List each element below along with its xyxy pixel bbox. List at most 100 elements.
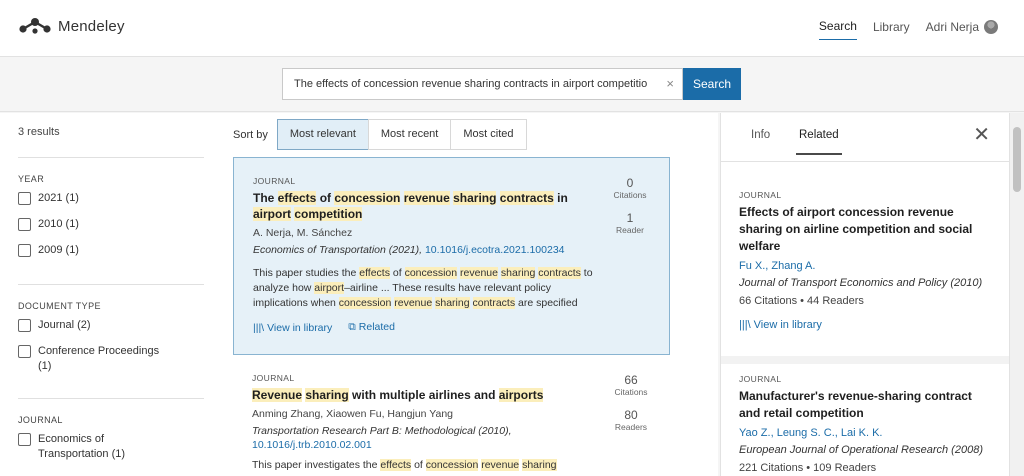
checkbox[interactable] [18, 433, 31, 446]
highlighted-term: airport [314, 282, 345, 294]
user-menu[interactable]: Adri Nerja [926, 19, 998, 40]
results-list: Sort by Most relevant Most recent Most c… [220, 113, 718, 476]
highlighted-term: contracts [499, 191, 554, 205]
library-icon: |||\ [253, 321, 265, 334]
doi-link[interactable]: 10.1016/j.ecotra.2021.100234 [425, 244, 565, 256]
divider [721, 356, 1010, 364]
filter-option[interactable]: 2010 (1) [18, 217, 204, 232]
related-authors[interactable]: Fu X., Zhang A. [739, 260, 994, 272]
nav-library[interactable]: Library [873, 20, 910, 40]
readers-count: 1 [626, 211, 634, 225]
related-title[interactable]: Manufacturer's revenue-sharing contract … [739, 388, 994, 422]
related-journal: Journal of Transport Economics and Polic… [739, 277, 983, 289]
result-card[interactable]: JOURNAL Revenue sharing with multiple ai… [233, 355, 670, 476]
mendeley-logo[interactable]: Mendeley [18, 16, 125, 36]
filter-option-label: 2009 (1) [38, 244, 79, 256]
top-bar: Mendeley Search Library Adri Nerja [0, 0, 1024, 57]
filter-option[interactable]: Economics of Transportation (1) [18, 432, 204, 462]
filter-heading-year: YEAR [18, 174, 45, 184]
view-in-library-link[interactable]: |||\ View in library [739, 319, 994, 331]
highlighted-term: effects [380, 459, 412, 471]
doc-type: JOURNAL [739, 374, 782, 384]
filter-option[interactable]: Conference Proceedings (1) [18, 344, 204, 374]
highlighted-term: concession [338, 297, 392, 309]
clear-search-icon[interactable]: × [666, 77, 674, 91]
filter-group-year: YEAR 2021 (1) 2010 (1) 2009 (1) [18, 157, 204, 269]
result-authors: Anming Zhang, Xiaowen Fu, Hangjun Yang [252, 408, 453, 420]
related-journal: European Journal of Operational Research… [739, 444, 983, 456]
highlighted-term: concession [404, 267, 458, 279]
checkbox[interactable] [18, 345, 31, 358]
result-abstract: This paper studies the effects of conces… [253, 266, 603, 311]
filter-option[interactable]: 2009 (1) [18, 243, 204, 258]
related-item: JOURNAL Effects of airport concession re… [739, 190, 994, 331]
related-icon: ⧉ [348, 321, 356, 333]
highlighted-term: effects [277, 191, 317, 205]
related-link[interactable]: ⧉ Related [348, 321, 403, 334]
result-card[interactable]: JOURNAL The effects of concession revenu… [233, 157, 670, 355]
filter-option-label: Conference Proceedings (1) [38, 345, 160, 372]
tab-info[interactable]: Info [751, 129, 770, 153]
text-run: of [411, 459, 426, 471]
checkbox[interactable] [18, 192, 31, 205]
checkbox[interactable] [18, 319, 31, 332]
highlighted-term: concession [334, 191, 401, 205]
filter-option-label: 2021 (1) [38, 192, 79, 204]
related-authors[interactable]: Yao Z., Leung S. C., Lai K. K. [739, 427, 994, 439]
highlighted-term: effects [359, 267, 390, 279]
highlighted-term: sharing [522, 459, 557, 471]
text-run: are specified [515, 297, 578, 309]
search-button[interactable]: Search [683, 68, 741, 100]
highlighted-term: competition [294, 207, 363, 221]
filter-heading-document-type: DOCUMENT TYPE [18, 301, 101, 311]
filter-option-label: Journal (2) [38, 319, 91, 331]
result-authors: A. Nerja, M. Sánchez [253, 227, 353, 239]
highlighted-term: revenue [394, 297, 433, 309]
readers-label: Readers [614, 422, 648, 432]
mendeley-logo-icon [19, 18, 51, 34]
citations-metric: 66 Citations [609, 373, 653, 397]
close-icon[interactable]: ✕ [973, 125, 990, 145]
scrollbar-thumb[interactable] [1013, 127, 1021, 192]
brand-name: Mendeley [58, 17, 125, 35]
citations-metric: 0 Citations [608, 176, 652, 200]
view-in-library-link[interactable]: |||\ View in library [253, 322, 340, 334]
sort-most-relevant[interactable]: Most relevant [276, 119, 369, 150]
result-title[interactable]: Revenue sharing with multiple airlines a… [252, 387, 572, 403]
scrollbar[interactable] [1009, 113, 1024, 476]
highlighted-term: revenue [481, 459, 520, 471]
checkbox[interactable] [18, 244, 31, 257]
tab-related[interactable]: Related [796, 129, 842, 155]
text-run: with multiple airlines and [348, 388, 499, 402]
checkbox[interactable] [18, 218, 31, 231]
nav-search[interactable]: Search [818, 19, 857, 40]
doi-link[interactable]: 10.1016/j.trb.2010.02.001 [252, 439, 372, 451]
result-title[interactable]: The effects of concession revenue sharin… [253, 190, 573, 222]
search-input[interactable]: The effects of concession revenue sharin… [282, 68, 683, 100]
doc-type: JOURNAL [253, 176, 296, 186]
citations-label: Citations [613, 190, 647, 200]
readers-metric: 1 Reader [608, 211, 652, 235]
related-panel: Info Related ✕ JOURNAL Effects of airpor… [720, 113, 1010, 476]
readers-label: Reader [616, 225, 644, 235]
filter-option[interactable]: 2021 (1) [18, 191, 204, 206]
result-journal: Transportation Research Part B: Methodol… [252, 425, 512, 451]
sort-most-cited[interactable]: Most cited [450, 119, 527, 150]
text-run: of [389, 267, 405, 279]
related-metrics: 66 Citations • 44 Readers [739, 295, 864, 307]
highlighted-term: contracts [538, 267, 581, 279]
readers-count: 80 [624, 408, 638, 422]
doc-type: JOURNAL [739, 190, 782, 200]
top-nav: Search Library Adri Nerja [803, 19, 998, 40]
highlighted-term: revenue [403, 191, 450, 205]
highlighted-term: sharing [305, 388, 349, 402]
text-run: The [253, 191, 278, 205]
sort-most-recent[interactable]: Most recent [367, 119, 452, 150]
avatar [984, 19, 998, 34]
filter-group-document-type: DOCUMENT TYPE Journal (2) Conference Pro… [18, 284, 204, 385]
text-run: of [316, 191, 335, 205]
text-run: This paper investigates the [252, 459, 381, 471]
highlighted-term: sharing [500, 267, 536, 279]
filter-option[interactable]: Journal (2) [18, 318, 204, 333]
related-title[interactable]: Effects of airport concession revenue sh… [739, 204, 994, 255]
